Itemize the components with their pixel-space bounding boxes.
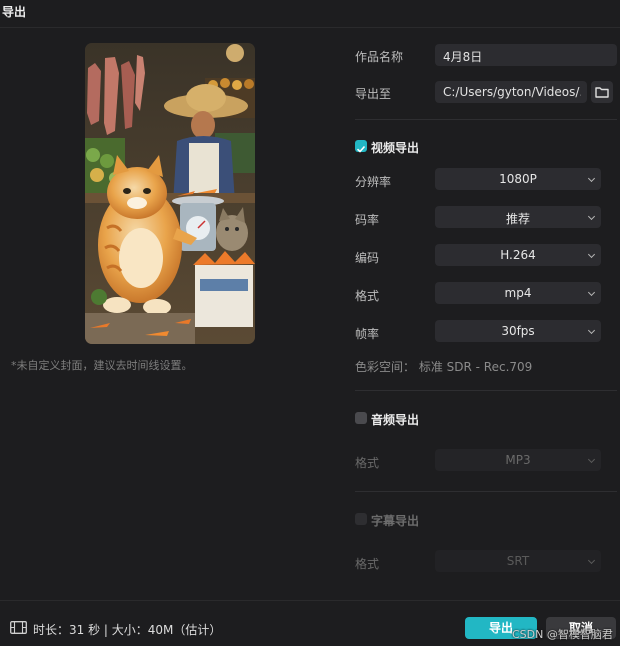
footer-divider [0, 600, 620, 601]
export-to-label: 导出至 [355, 87, 392, 101]
name-input-value: 4月8日 [443, 50, 483, 64]
subtitle-export-checkbox[interactable] [355, 513, 367, 525]
folder-icon [595, 87, 609, 98]
audio-export-checkbox[interactable] [355, 412, 367, 424]
audio-format-value: MP3 [505, 453, 531, 467]
audio-export-title: 音频导出 [371, 413, 420, 427]
framerate-value: 30fps [501, 324, 535, 338]
resolution-label: 分辨率 [355, 175, 392, 189]
format-select[interactable]: mp4 [435, 282, 601, 304]
subtitle-format-value: SRT [506, 554, 530, 568]
format-label: 格式 [355, 289, 380, 303]
subtitle-export-title: 字幕导出 [371, 514, 420, 528]
bitrate-value: 推荐 [505, 212, 530, 226]
divider [355, 390, 617, 391]
browse-folder-button[interactable] [591, 81, 613, 103]
codec-label: 编码 [355, 251, 380, 265]
name-label: 作品名称 [355, 50, 404, 64]
resolution-select[interactable]: 1080P [435, 168, 601, 190]
color-space-text: 色彩空间： 标准 SDR - Rec.709 [355, 360, 533, 374]
codec-select[interactable]: H.264 [435, 244, 601, 266]
duration-size-info: 时长：31 秒 | 大小：40M（估计） [33, 623, 222, 637]
check-icon [356, 145, 366, 153]
name-input[interactable]: 4月8日 [435, 44, 617, 66]
divider [355, 491, 617, 492]
title-bar: 导出 [0, 0, 620, 28]
audio-format-label: 格式 [355, 456, 380, 470]
codec-value: H.264 [500, 248, 536, 262]
video-export-checkbox[interactable] [355, 140, 367, 153]
framerate-select[interactable]: 30fps [435, 320, 601, 342]
window-title: 导出 [2, 5, 27, 19]
cover-hint-text: *未自定义封面，建议去时间线设置。 [11, 359, 193, 372]
subtitle-format-label: 格式 [355, 557, 380, 571]
subtitle-format-select[interactable]: SRT [435, 550, 601, 572]
resolution-value: 1080P [499, 172, 537, 186]
cover-preview-image [85, 43, 255, 344]
bitrate-label: 码率 [355, 213, 380, 227]
watermark-text: CSDN @智模智脑君 [512, 628, 613, 641]
framerate-label: 帧率 [355, 327, 380, 341]
bitrate-select[interactable]: 推荐 [435, 206, 601, 228]
film-icon [10, 621, 27, 634]
divider [355, 119, 617, 120]
export-path-input[interactable]: C:/Users/gyton/Videos/... [435, 81, 587, 103]
audio-format-select[interactable]: MP3 [435, 449, 601, 471]
export-path-value: C:/Users/gyton/Videos/... [443, 85, 581, 99]
video-export-title: 视频导出 [371, 141, 420, 155]
format-value: mp4 [504, 286, 532, 300]
